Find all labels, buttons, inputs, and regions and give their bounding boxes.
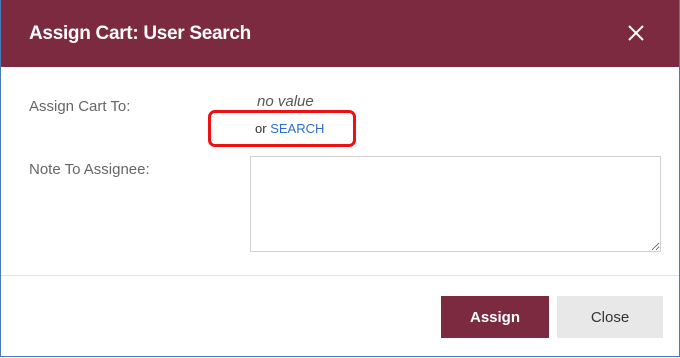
assignee-value: no value <box>257 93 314 110</box>
note-textarea[interactable] <box>250 156 661 252</box>
assign-button[interactable]: Assign <box>441 296 549 338</box>
close-icon[interactable] <box>623 20 649 46</box>
footer-divider <box>1 275 679 276</box>
highlight-annotation <box>208 110 356 147</box>
assign-cart-to-label: Assign Cart To: <box>29 98 131 115</box>
assign-cart-dialog: Assign Cart: User Search Assign Cart To:… <box>0 0 680 357</box>
close-button[interactable]: Close <box>557 296 663 338</box>
dialog-title: Assign Cart: User Search <box>29 23 251 44</box>
dialog-header: Assign Cart: User Search <box>1 0 679 67</box>
note-to-assignee-label: Note To Assignee: <box>29 161 150 178</box>
